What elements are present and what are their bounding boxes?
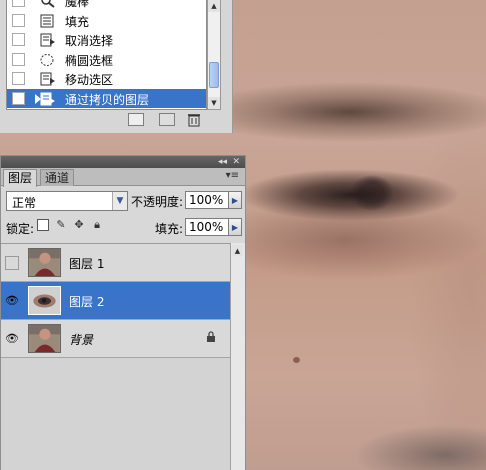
action-toggle-checkbox[interactable]: [12, 33, 25, 46]
action-item-elliptical-marquee[interactable]: 椭圆选框: [7, 50, 206, 70]
layer-thumbnail: [28, 324, 61, 353]
scroll-down-icon[interactable]: ▼: [208, 97, 220, 109]
layers-scrollbar[interactable]: ▲: [230, 243, 245, 470]
layer-row-layer-2[interactable]: 👁︎ 图层 2: [1, 282, 230, 320]
elliptical-marquee-icon: [40, 53, 54, 66]
panel-titlebar[interactable]: ◂◂ ✕: [1, 156, 245, 168]
action-label: 取消选择: [65, 34, 114, 48]
action-item-fill[interactable]: 填充: [7, 11, 206, 31]
chevron-down-icon[interactable]: ▼: [112, 192, 127, 210]
action-item-magic-wand[interactable]: 魔棒: [7, 0, 206, 11]
skin-mole-spot: [293, 357, 300, 363]
action-toggle-checkbox[interactable]: [12, 0, 25, 7]
panel-menu-icon[interactable]: ▾≡: [226, 170, 239, 181]
lock-options: ✎ ✥ 🔒︎: [37, 219, 103, 235]
eye-icon[interactable]: 👁︎: [5, 295, 19, 306]
fill-label: 填充:: [155, 222, 184, 236]
actions-list: 魔棒 填充 取消选择 椭圆选框 移动选区 通过拷贝的图层: [6, 0, 207, 110]
action-item-deselect[interactable]: 取消选择: [7, 30, 206, 50]
opacity-label: 不透明度:: [131, 195, 184, 209]
trash-icon[interactable]: [187, 112, 201, 127]
close-icon[interactable]: ✕: [232, 156, 240, 168]
actions-panel: 魔棒 填充 取消选择 椭圆选框 移动选区 通过拷贝的图层 ▲ ▼: [0, 0, 233, 133]
blend-mode-value: 正常: [12, 196, 37, 210]
scroll-up-icon[interactable]: ▲: [208, 0, 220, 12]
step-icon: [40, 33, 55, 47]
panel-tabs: 图层 通道 ▾≡: [1, 168, 245, 187]
new-snapshot-icon[interactable]: [128, 113, 144, 126]
layer-thumbnail: [28, 286, 61, 315]
tab-layers[interactable]: 图层: [3, 169, 38, 187]
action-label: 通过拷贝的图层: [65, 92, 150, 107]
fill-value: 100%: [189, 220, 224, 234]
eye-icon[interactable]: 👁︎: [5, 333, 19, 344]
lock-position-icon[interactable]: ✥: [73, 219, 85, 231]
fill-icon: [40, 14, 54, 27]
lock-all-icon[interactable]: 🔒︎: [91, 219, 103, 231]
action-toggle-checkbox[interactable]: [12, 13, 25, 27]
layer-thumbnail: [28, 248, 61, 277]
lock-icon: [207, 331, 215, 342]
step-icon: [40, 92, 55, 105]
action-label: 填充: [65, 14, 90, 29]
actions-scrollbar[interactable]: ▲ ▼: [207, 0, 221, 110]
action-item-layer-via-copy[interactable]: 通过拷贝的图层: [7, 88, 206, 108]
layer-name[interactable]: 背景: [69, 331, 93, 348]
layers-panel: ◂◂ ✕ 图层 通道 ▾≡ 正常 ▼ 不透明度: 100% ▶ 锁定: ✎ ✥ …: [0, 155, 246, 470]
action-label: 椭圆选框: [65, 53, 114, 68]
action-item-move-selection[interactable]: 移动选区: [7, 69, 206, 89]
magic-wand-icon: [41, 0, 55, 8]
scroll-thumb[interactable]: [209, 62, 219, 88]
action-label: 魔棒: [65, 0, 90, 9]
layer-name[interactable]: 图层 1: [69, 255, 104, 272]
blend-mode-select[interactable]: 正常 ▼: [6, 191, 128, 211]
action-toggle-checkbox[interactable]: [12, 72, 25, 85]
visibility-toggle[interactable]: [5, 256, 19, 270]
opacity-slider-arrow-icon[interactable]: ▶: [228, 191, 242, 209]
layer-name[interactable]: 图层 2: [69, 293, 104, 310]
layer-row-layer-1[interactable]: 图层 1: [1, 244, 230, 282]
action-label: 移动选区: [65, 73, 114, 87]
camera-icon[interactable]: [159, 113, 175, 126]
lock-label: 锁定:: [6, 222, 35, 236]
collapse-icon[interactable]: ◂◂: [218, 156, 227, 168]
fill-slider-arrow-icon[interactable]: ▶: [228, 218, 242, 236]
lock-transparent-pixels-icon[interactable]: [37, 219, 49, 231]
step-icon: [40, 72, 55, 86]
action-toggle-checkbox[interactable]: [12, 91, 25, 105]
opacity-value: 100%: [189, 193, 224, 207]
tab-channels[interactable]: 通道: [40, 169, 75, 186]
layer-row-background[interactable]: 👁︎ 背景: [1, 320, 230, 358]
fill-input[interactable]: 100%: [185, 218, 229, 236]
actions-footer: [6, 110, 221, 130]
lock-image-pixels-icon[interactable]: ✎: [55, 219, 67, 231]
layer-list: 图层 1 👁︎ 图层 2 👁︎ 背景: [1, 243, 230, 470]
scroll-up-icon[interactable]: ▲: [232, 245, 243, 256]
opacity-input[interactable]: 100%: [185, 191, 229, 209]
action-toggle-checkbox[interactable]: [12, 52, 25, 66]
